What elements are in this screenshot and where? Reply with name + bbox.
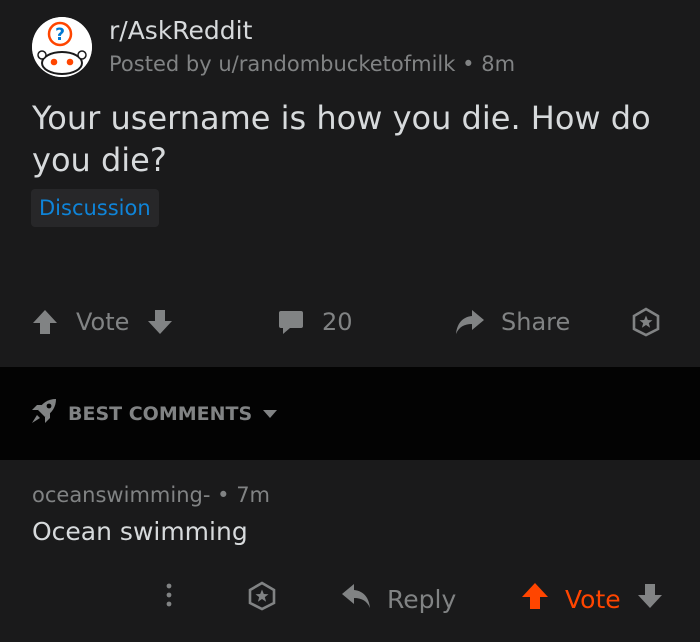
- post-author[interactable]: u/randombucketofmilk: [218, 52, 455, 76]
- comment-count: 20: [322, 308, 353, 336]
- award-icon: [631, 307, 661, 337]
- share-button[interactable]: Share: [455, 298, 570, 346]
- post-vote-group: Vote: [32, 298, 173, 346]
- more-options-button[interactable]: [160, 575, 178, 623]
- share-label: Share: [501, 308, 571, 336]
- post-title[interactable]: Your username is how you die. How do you…: [32, 97, 682, 181]
- upvote-active-icon[interactable]: [521, 581, 549, 617]
- sort-label: BEST COMMENTS: [68, 402, 253, 425]
- award-button[interactable]: [631, 298, 661, 346]
- comment-age: 7m: [236, 483, 271, 507]
- subreddit-avatar[interactable]: ?: [32, 17, 92, 77]
- comment-vote-label: Vote: [565, 584, 621, 614]
- comment-bubble-icon: [278, 309, 304, 335]
- posted-by-label: Posted by: [109, 52, 212, 76]
- post-actions: Vote 20 Share: [0, 298, 700, 346]
- downvote-icon[interactable]: [147, 308, 173, 336]
- upvote-icon[interactable]: [32, 308, 58, 336]
- post-age: 8m: [481, 52, 516, 76]
- subreddit-name[interactable]: r/AskReddit: [109, 16, 252, 45]
- share-arrow-icon: [455, 309, 485, 335]
- chevron-down-icon: [262, 403, 278, 425]
- meta-separator: •: [462, 52, 475, 76]
- comments-button[interactable]: 20: [278, 298, 353, 346]
- award-icon: [247, 581, 277, 617]
- comment-body: Ocean swimming: [32, 517, 248, 546]
- post-card: ? r/AskReddit Posted by u/randombucketof…: [0, 0, 700, 367]
- comment-meta: oceanswimming- • 7m: [32, 483, 270, 507]
- comment-award-button[interactable]: [247, 575, 277, 623]
- comment-meta-separator: •: [217, 483, 230, 507]
- post-meta: Posted by u/randombucketofmilk • 8m: [109, 52, 515, 76]
- post-vote-label: Vote: [76, 308, 130, 336]
- comment-vote-group: Vote: [521, 575, 663, 623]
- post-flair[interactable]: Discussion: [31, 189, 159, 227]
- comment-author[interactable]: oceanswimming-: [32, 483, 210, 507]
- rocket-icon: [30, 397, 58, 430]
- comment-actions: Reply Vote: [0, 575, 700, 623]
- sort-comments-dropdown[interactable]: BEST COMMENTS: [30, 397, 278, 430]
- reply-arrow-icon: [341, 583, 373, 615]
- downvote-icon[interactable]: [637, 582, 663, 616]
- reply-label: Reply: [387, 584, 457, 614]
- svg-text:?: ?: [55, 25, 65, 45]
- reply-button[interactable]: Reply: [341, 575, 456, 623]
- more-vertical-icon: [160, 581, 178, 617]
- askreddit-icon: ?: [32, 17, 92, 77]
